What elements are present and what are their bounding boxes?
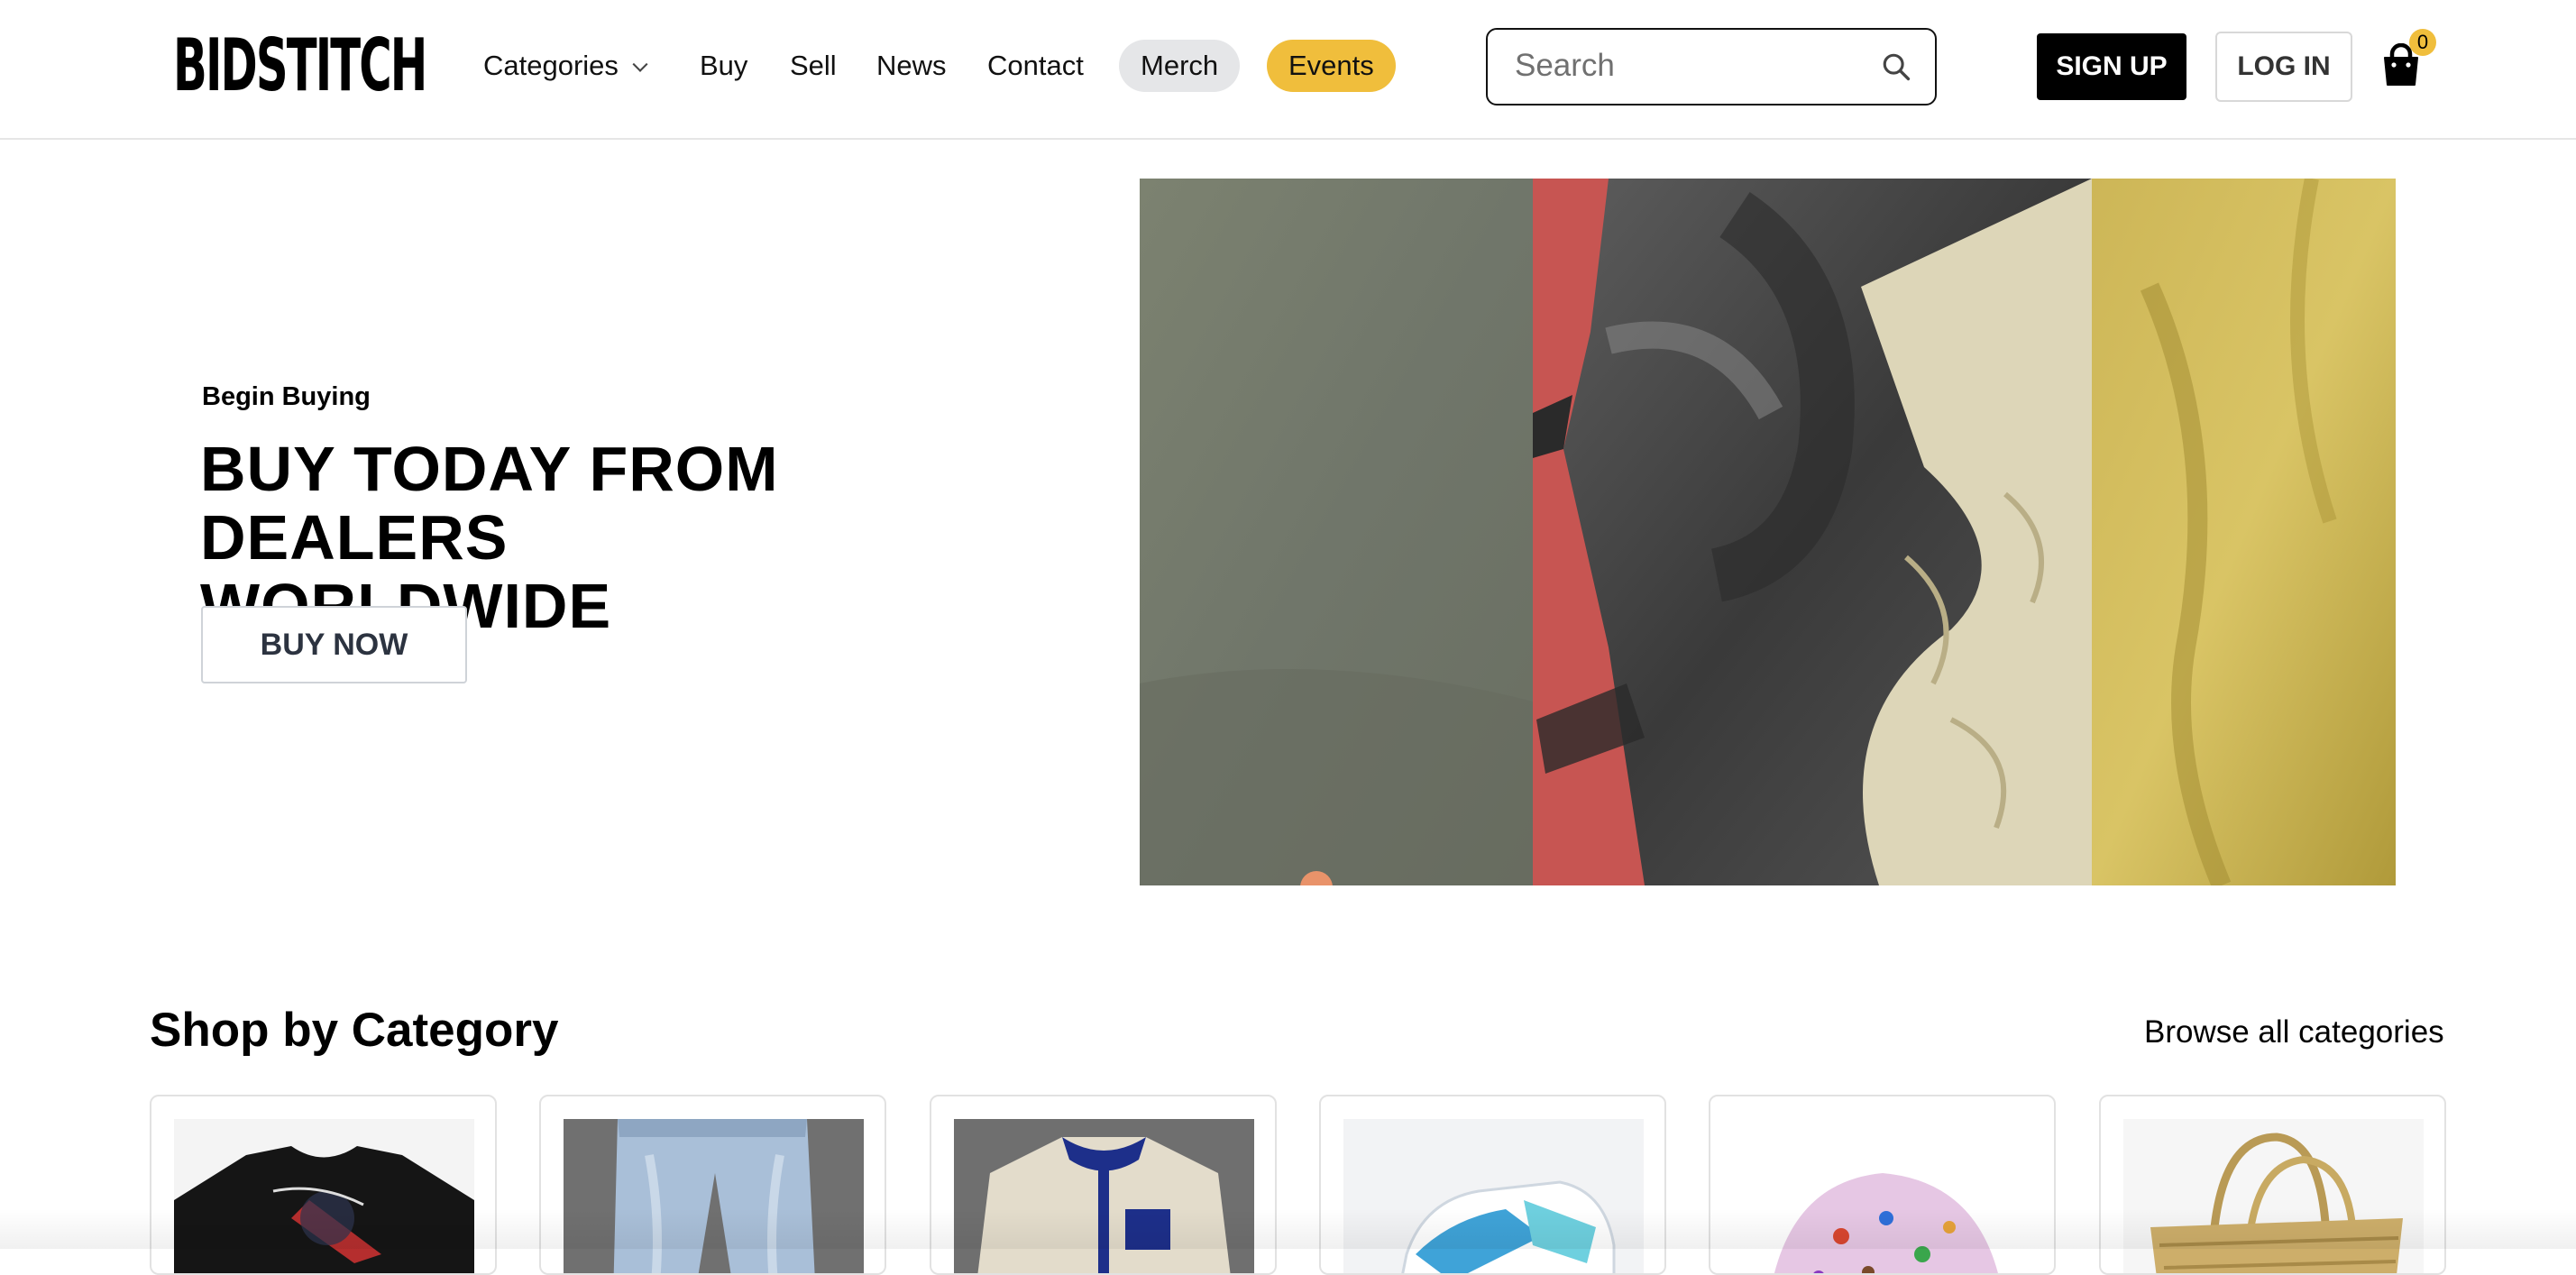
category-image <box>954 1119 1254 1273</box>
category-image <box>2123 1119 2424 1273</box>
nav-events[interactable]: Events <box>1267 40 1396 92</box>
nav-merch[interactable]: Merch <box>1119 40 1241 92</box>
search-icon[interactable] <box>1881 51 1911 82</box>
category-card[interactable] <box>930 1095 1277 1275</box>
category-card[interactable] <box>539 1095 886 1275</box>
chevron-down-icon <box>632 56 648 72</box>
browse-all-categories-link[interactable]: Browse all categories <box>2144 1014 2444 1050</box>
site-logo[interactable]: BIDSTITCH <box>173 25 427 106</box>
category-card[interactable] <box>150 1095 497 1275</box>
category-image <box>1733 1119 2033 1273</box>
search-input[interactable] <box>1515 30 1875 102</box>
search-box <box>1486 28 1937 105</box>
signup-button[interactable]: SIGN UP <box>2037 33 2186 100</box>
category-image <box>174 1119 474 1273</box>
hero-fabric-image <box>1140 179 2396 885</box>
nav-categories[interactable]: Categories <box>483 40 648 92</box>
category-card[interactable] <box>1319 1095 1666 1275</box>
buy-now-button[interactable]: BUY NOW <box>201 606 467 683</box>
category-card[interactable] <box>1709 1095 2056 1275</box>
nav-news[interactable]: News <box>876 40 947 92</box>
nav-buy[interactable]: Buy <box>700 40 747 92</box>
section-title: Shop by Category <box>150 1004 559 1057</box>
cart-count-badge: 0 <box>2409 29 2436 56</box>
hero-title-line-1: BUY TODAY FROM DEALERS <box>200 434 779 573</box>
nav-categories-label: Categories <box>483 50 619 81</box>
category-card[interactable] <box>2099 1095 2446 1275</box>
site-header: BIDSTITCH Categories Buy Sell News Conta… <box>0 0 2576 140</box>
hero-kicker: Begin Buying <box>202 382 371 411</box>
login-button[interactable]: LOG IN <box>2215 32 2352 102</box>
nav-contact[interactable]: Contact <box>987 40 1084 92</box>
category-image <box>564 1119 864 1273</box>
nav-sell[interactable]: Sell <box>790 40 837 92</box>
category-image <box>1343 1119 1644 1273</box>
